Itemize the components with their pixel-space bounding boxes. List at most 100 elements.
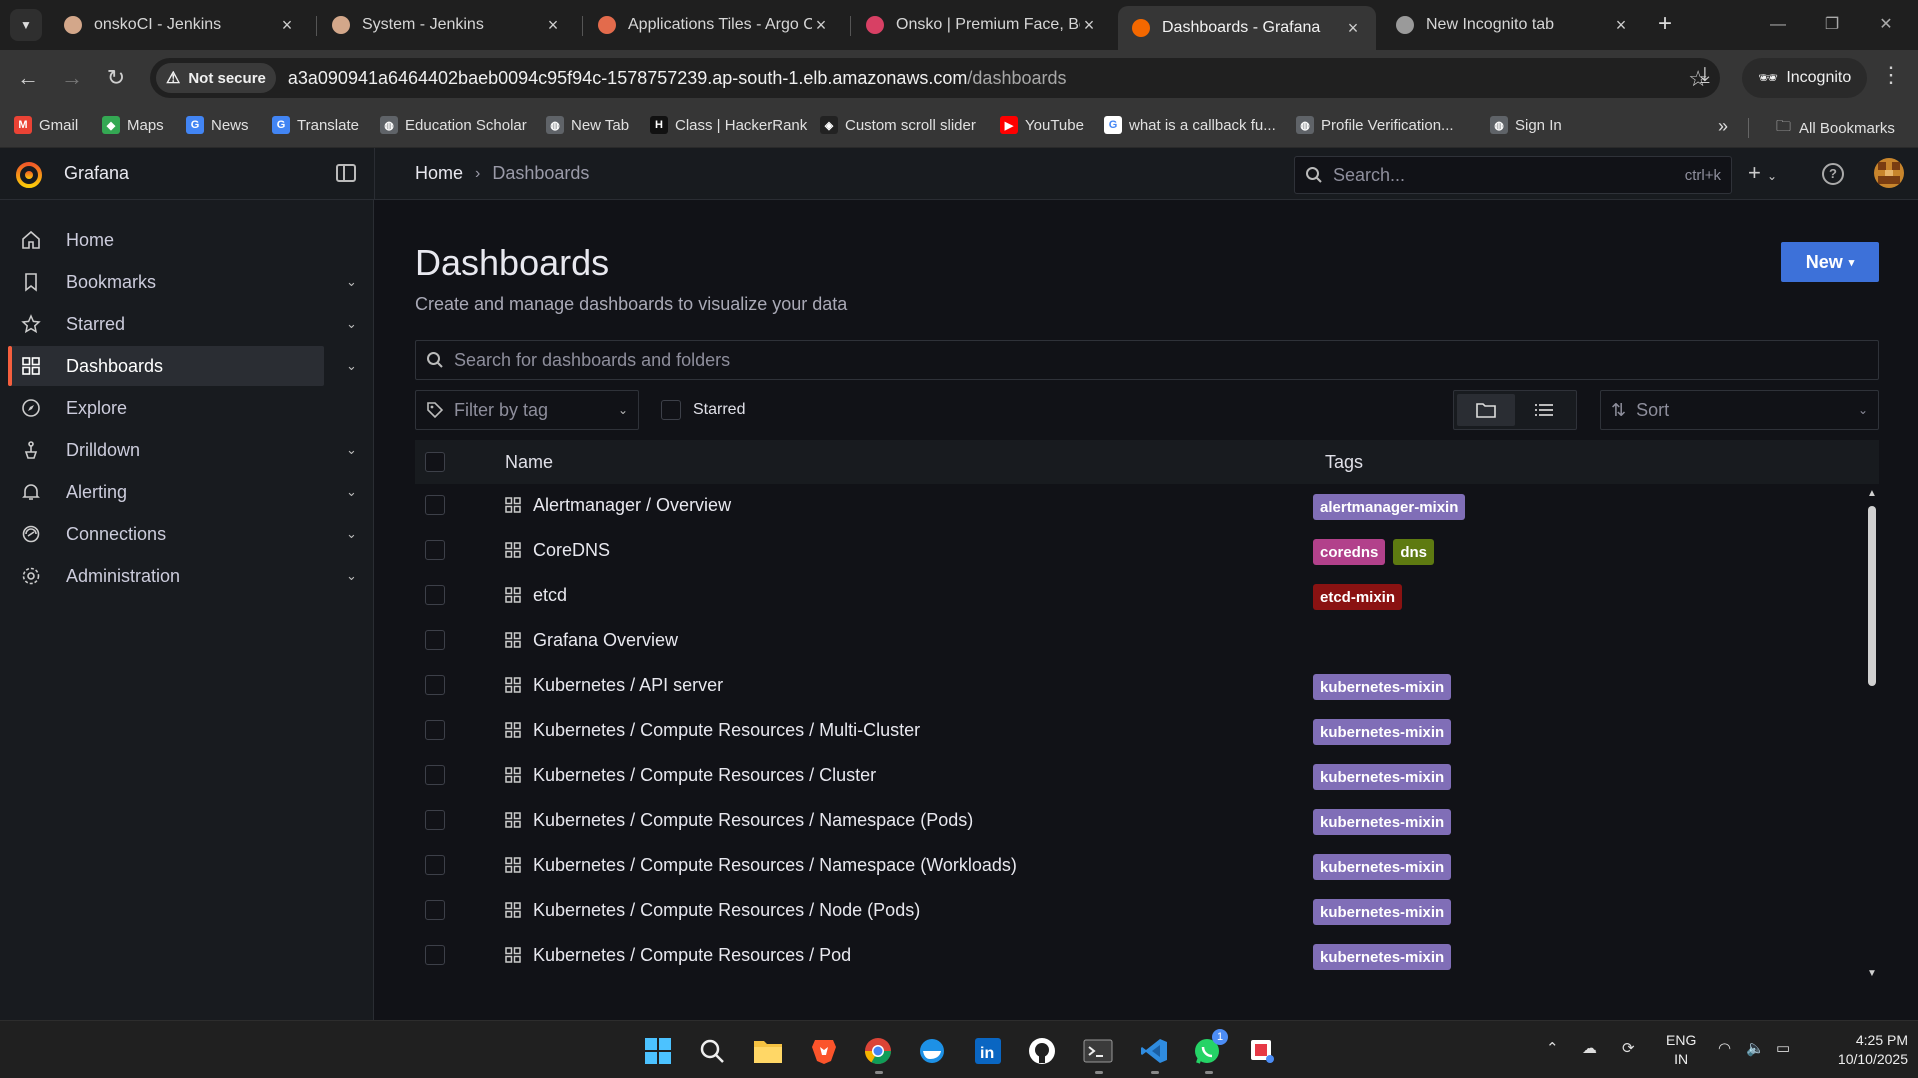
tag-badge[interactable]: kubernetes-mixin [1313,854,1452,880]
table-row[interactable]: Kubernetes / Compute Resources / Node (P… [415,889,1860,934]
tag-badge[interactable]: etcd-mixin [1313,584,1403,610]
scrollbar-thumb[interactable] [1868,506,1876,686]
sidebar-item-drilldown[interactable]: Drilldown ⌄ [8,430,357,470]
browser-tab[interactable]: Applications Tiles - Argo C × [584,6,844,44]
battery-icon[interactable]: ▭ [1776,1039,1790,1057]
dashboard-link[interactable]: Kubernetes / Compute Resources / Namespa… [533,810,973,831]
chevron-down-icon[interactable]: ⌄ [346,274,357,290]
tag-badge[interactable]: kubernetes-mixin [1313,809,1452,835]
brave-browser-icon[interactable] [808,1035,840,1067]
row-checkbox[interactable] [425,495,445,515]
new-button[interactable]: New ▾ [1781,242,1879,282]
dashboard-link[interactable]: etcd [533,585,567,606]
bookmark-item[interactable]: G Translate [272,116,359,134]
close-tab-icon[interactable]: × [812,15,830,36]
new-tab-button[interactable]: + [1650,10,1680,40]
tag-badge[interactable]: alertmanager-mixin [1313,494,1466,520]
row-checkbox[interactable] [425,720,445,740]
download-icon[interactable]: ⤓ [1700,62,1710,88]
starred-checkbox[interactable] [661,400,681,420]
close-tab-icon[interactable]: × [1344,18,1362,39]
wifi-icon[interactable]: ◠ [1718,1039,1731,1057]
sidebar-item-administration[interactable]: Administration ⌄ [8,556,357,596]
grafana-brand[interactable]: Grafana [64,163,129,184]
table-row[interactable]: Kubernetes / Compute Resources / Multi-C… [415,709,1860,754]
table-row[interactable]: Grafana Overview [415,619,1860,664]
browser-tab[interactable]: onskoCI - Jenkins × [50,6,310,44]
forward-button[interactable]: → [56,62,88,94]
browser-tab[interactable]: Onsko | Premium Face, Boc × [852,6,1112,44]
vscode-icon[interactable] [1138,1035,1170,1067]
onedrive-icon[interactable]: ☁ [1582,1039,1597,1057]
breadcrumb-home[interactable]: Home [415,163,463,184]
search-icon[interactable] [696,1035,728,1067]
bookmark-item[interactable]: ◍ New Tab [546,116,629,134]
whatsapp-icon[interactable]: 1 [1192,1029,1228,1067]
row-checkbox[interactable] [425,630,445,650]
file-explorer-icon[interactable] [752,1035,784,1067]
add-menu-button[interactable]: + ⌄ [1748,160,1777,186]
table-row[interactable]: Kubernetes / Compute Resources / Pod kube… [415,934,1860,979]
close-tab-icon[interactable]: × [544,15,562,36]
tag-badge[interactable]: kubernetes-mixin [1313,944,1452,970]
row-checkbox[interactable] [425,945,445,965]
row-checkbox[interactable] [425,810,445,830]
browser-menu-icon[interactable]: ⋮ [1880,62,1902,88]
row-checkbox[interactable] [425,675,445,695]
github-icon[interactable] [1026,1035,1058,1067]
address-bar[interactable]: ⚠ Not secure a3a090941a6464402baeb0094c9… [150,58,1720,98]
not-secure-chip[interactable]: ⚠ Not secure [156,63,276,93]
column-header-name[interactable]: Name [505,452,553,473]
row-checkbox[interactable] [425,540,445,560]
snipping-tool-icon[interactable] [1246,1035,1278,1067]
sidebar-item-connections[interactable]: Connections ⌄ [8,514,357,554]
tag-badge[interactable]: kubernetes-mixin [1313,674,1452,700]
list-view-button[interactable] [1515,394,1573,426]
dashboard-search-input[interactable]: Search for dashboards and folders [415,340,1879,380]
row-checkbox[interactable] [425,855,445,875]
more-bookmarks-icon[interactable]: » [1718,116,1728,137]
dashboard-link[interactable]: CoreDNS [533,540,610,561]
bookmark-item[interactable]: ▶ YouTube [1000,116,1084,134]
chrome-icon[interactable] [862,1035,894,1067]
table-row[interactable]: CoreDNS coredns dns [415,529,1860,574]
row-checkbox[interactable] [425,585,445,605]
chevron-down-icon[interactable]: ⌄ [346,358,357,374]
tag-filter-select[interactable]: Filter by tag ⌄ [415,390,639,430]
help-icon[interactable]: ? [1822,163,1844,185]
dashboard-link[interactable]: Alertmanager / Overview [533,495,731,516]
table-row[interactable]: Kubernetes / API server kubernetes-mixin [415,664,1860,709]
tag-badge[interactable]: kubernetes-mixin [1313,764,1452,790]
all-bookmarks-button[interactable]: 🗀 All Bookmarks [1776,116,1895,141]
table-row[interactable]: Alertmanager / Overview alertmanager-mixi… [415,484,1860,529]
row-checkbox[interactable] [425,765,445,785]
bookmark-item[interactable]: ◍ Education Scholar [380,116,527,134]
dashboard-link[interactable]: Kubernetes / API server [533,675,723,696]
dashboard-link[interactable]: Grafana Overview [533,630,678,651]
chevron-down-icon[interactable]: ⌄ [346,484,357,500]
table-row[interactable]: Kubernetes / Compute Resources / Namespa… [415,799,1860,844]
scroll-down-icon[interactable]: ▼ [1867,968,1877,979]
sidebar-item-explore[interactable]: Explore [8,388,324,428]
table-row[interactable]: Kubernetes / Compute Resources / Cluster… [415,754,1860,799]
sidebar-item-dashboards[interactable]: Dashboards ⌄ [8,346,357,386]
chevron-down-icon[interactable]: ⌄ [346,526,357,542]
volume-icon[interactable]: 🔈 [1746,1039,1765,1057]
browser-tab[interactable]: Dashboards - Grafana × [1118,6,1376,50]
close-tab-icon[interactable]: × [1080,15,1098,36]
bookmark-item[interactable]: Gwhat is a callback fu... [1104,116,1276,134]
chevron-down-icon[interactable]: ⌄ [346,568,357,584]
dashboard-link[interactable]: Kubernetes / Compute Resources / Namespa… [533,855,1017,876]
bookmark-item[interactable]: G News [186,116,249,134]
bookmark-item[interactable]: ◈ Custom scroll slider [820,116,976,134]
docker-icon[interactable] [916,1035,948,1067]
avatar[interactable] [1874,158,1904,188]
scroll-up-icon[interactable]: ▲ [1867,488,1877,499]
bookmark-item[interactable]: ◍ Profile Verification... [1296,116,1454,134]
close-window-button[interactable]: ✕ [1866,10,1906,40]
sort-select[interactable]: ⇅ Sort ⌄ [1600,390,1879,430]
global-search-input[interactable]: Search... ctrl+k [1294,156,1732,194]
table-row[interactable]: etcd etcd-mixin [415,574,1860,619]
sidebar-item-alerting[interactable]: Alerting ⌄ [8,472,357,512]
starred-filter[interactable]: Starred [661,400,745,420]
